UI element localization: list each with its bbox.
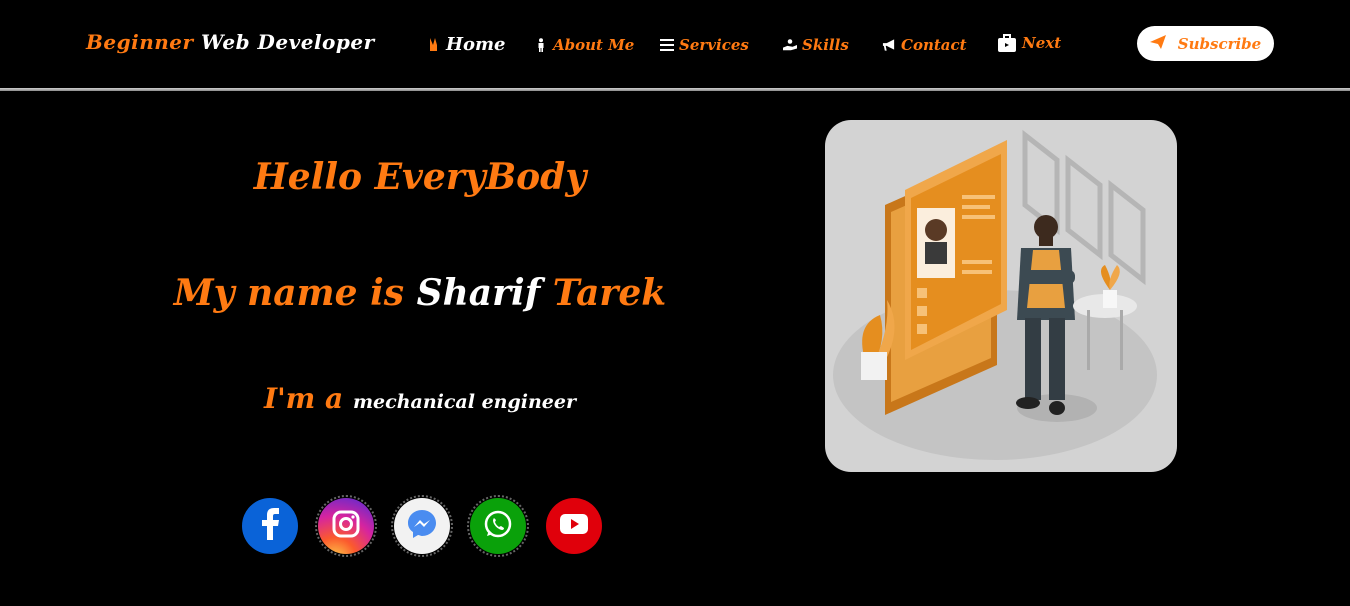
role-prefix: I'm a [264, 382, 344, 415]
peace-hand-icon [427, 37, 441, 52]
messenger-link[interactable] [391, 495, 453, 557]
messenger-icon [406, 508, 438, 544]
facebook-link[interactable] [242, 498, 298, 554]
nav-home-label: Home [446, 34, 506, 55]
whatsapp-link[interactable] [467, 495, 529, 557]
nav-contact[interactable]: Contact [882, 36, 967, 54]
nav-next-label: Next [1022, 34, 1062, 52]
whatsapp-icon [482, 508, 514, 544]
hero-greeting: Hello EveryBody [253, 156, 587, 198]
nav-about-label: About Me [553, 36, 635, 54]
hero-role-line: I'm a mechanical engineer [0, 382, 840, 415]
nav-home[interactable]: Home [427, 34, 506, 55]
subscribe-button[interactable]: Subscribe [1137, 26, 1274, 61]
brand-part1: Beginner [86, 30, 194, 54]
instagram-link[interactable] [315, 495, 377, 557]
list-icon [660, 38, 674, 52]
youtube-link[interactable] [546, 498, 602, 554]
send-icon [1149, 34, 1166, 53]
nav-about[interactable]: About Me [534, 36, 634, 54]
briefcase-icon [997, 33, 1017, 53]
name-prefix: My name is [173, 272, 405, 314]
profile-illustration [825, 120, 1177, 472]
brand-part2: Web Developer [201, 30, 375, 54]
youtube-icon [560, 514, 588, 538]
first-name: Sharif [416, 272, 541, 314]
facebook-icon [259, 508, 281, 544]
person-icon [534, 38, 548, 52]
hand-holding-icon [783, 38, 797, 52]
nav-next[interactable]: Next [997, 33, 1061, 53]
nav-services-label: Services [679, 36, 749, 54]
hero-name-line: My name is Sharif Tarek [0, 272, 840, 314]
nav-divider [0, 88, 1350, 91]
subscribe-label: Subscribe [1177, 34, 1262, 53]
instagram-icon [332, 510, 360, 542]
megaphone-icon [882, 38, 896, 52]
role-text: mechanical engineer [352, 391, 576, 413]
nav-contact-label: Contact [901, 36, 967, 54]
nav-skills-label: Skills [802, 36, 849, 54]
nav-skills[interactable]: Skills [783, 36, 849, 54]
last-name: Tarek [552, 272, 667, 314]
navbar: Beginner Web Developer Home About Me Ser… [0, 0, 1350, 88]
nav-services[interactable]: Services [660, 36, 749, 54]
brand-logo[interactable]: Beginner Web Developer [86, 30, 375, 54]
